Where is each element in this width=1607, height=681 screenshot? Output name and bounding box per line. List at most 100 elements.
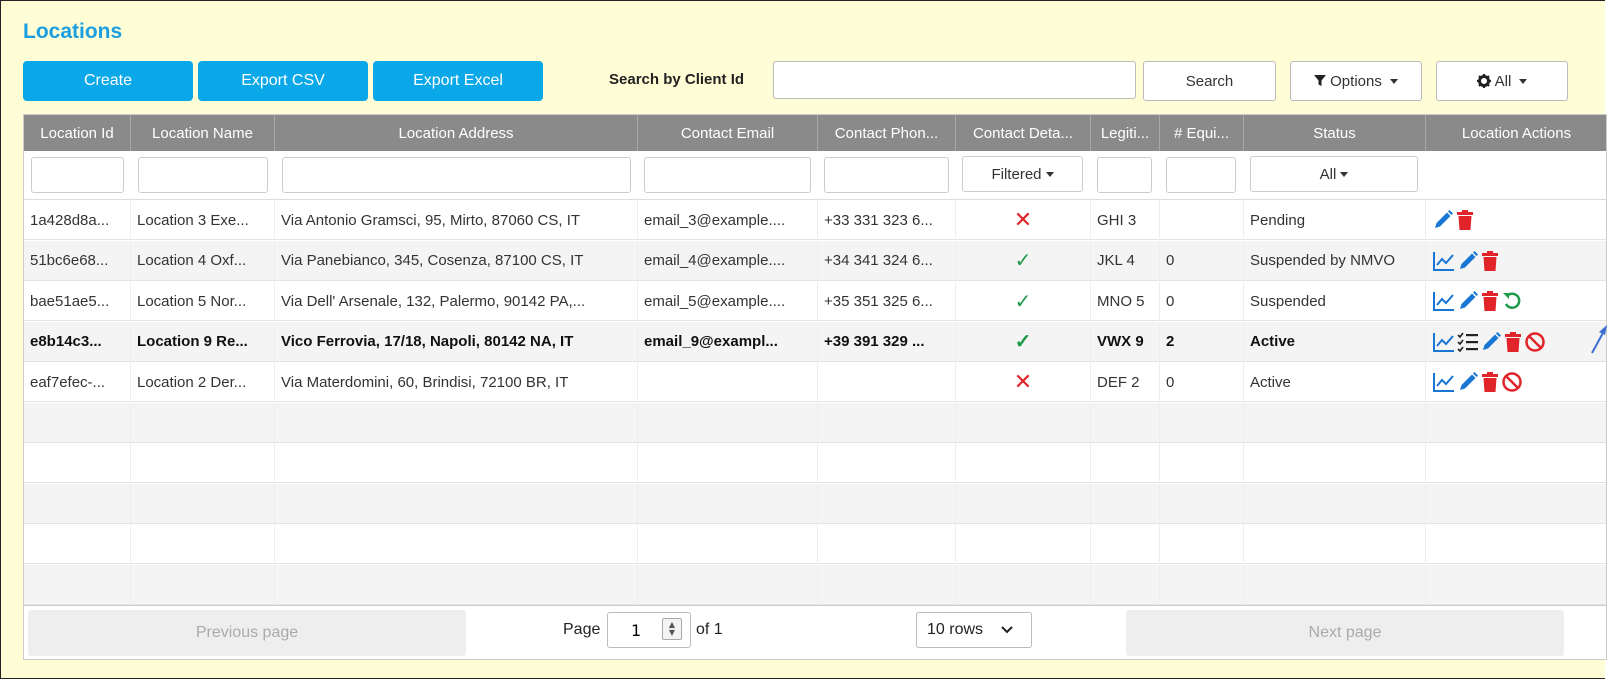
- equipment-count-cell: 0: [1160, 240, 1244, 281]
- export-excel-button[interactable]: Export Excel: [373, 61, 543, 101]
- actions-group: [1432, 371, 1523, 393]
- filter-contact-details-dropdown[interactable]: Filtered: [962, 156, 1083, 192]
- rows-per-page-select[interactable]: 10 rows: [916, 612, 1032, 648]
- chart-icon[interactable]: [1432, 331, 1456, 353]
- column-header-location-address[interactable]: Location Address: [275, 115, 638, 151]
- empty-cell: [1091, 524, 1160, 564]
- column-header-contact-email[interactable]: Contact Email: [638, 115, 818, 151]
- delete-icon[interactable]: [1503, 331, 1523, 353]
- empty-cell: [24, 524, 131, 564]
- caret-down-icon: [1519, 78, 1528, 84]
- chevron-down-icon: [1001, 626, 1013, 634]
- all-label: All: [1494, 72, 1512, 90]
- column-header-location-actions[interactable]: Location Actions: [1426, 115, 1606, 151]
- empty-cell: [956, 564, 1091, 605]
- status-cell: Active: [1244, 321, 1426, 362]
- column-header-contact-phone[interactable]: Contact Phon...: [818, 115, 956, 151]
- page-stepper-icon[interactable]: ▲ ▼: [662, 618, 682, 640]
- column-header-contact-details[interactable]: Contact Deta...: [956, 115, 1091, 151]
- search-button[interactable]: Search: [1143, 61, 1276, 101]
- status-cell: Suspended: [1244, 281, 1426, 321]
- empty-cell: [1160, 443, 1244, 483]
- empty-cell: [1091, 402, 1160, 443]
- empty-cell: [818, 483, 956, 524]
- empty-cell: [1244, 402, 1426, 443]
- block-icon[interactable]: [1501, 371, 1523, 393]
- empty-cell: [24, 564, 131, 605]
- search-label: Search by Client Id: [609, 71, 745, 88]
- edit-icon[interactable]: [1457, 371, 1479, 393]
- edit-icon[interactable]: [1480, 331, 1502, 353]
- next-page-button[interactable]: Next page: [1126, 610, 1564, 656]
- location-actions-cell: [1426, 241, 1606, 281]
- empty-cell: [1244, 443, 1426, 483]
- filter-location-name-input[interactable]: [138, 157, 268, 193]
- empty-cell: [275, 402, 638, 443]
- filter-legitimation-input[interactable]: [1097, 157, 1152, 193]
- chart-icon[interactable]: [1432, 371, 1456, 393]
- delete-icon[interactable]: [1480, 290, 1500, 312]
- filter-location-id-input[interactable]: [31, 157, 124, 193]
- filter-location-address-input[interactable]: [282, 157, 631, 193]
- location-id-cell: 51bc6e68...: [24, 240, 131, 281]
- x-icon: ✕: [1013, 369, 1033, 394]
- table-row[interactable]: [24, 564, 1606, 605]
- table-row[interactable]: e8b14c3... Location 9 Re... Vico Ferrovia,…: [24, 321, 1606, 362]
- all-dropdown-button[interactable]: All: [1436, 61, 1568, 101]
- filter-contact-email-input[interactable]: [644, 157, 811, 193]
- chart-icon[interactable]: [1432, 250, 1456, 272]
- empty-cell: [275, 443, 638, 483]
- table-row[interactable]: [24, 524, 1606, 564]
- rows-per-page-label: 10 rows: [927, 621, 984, 638]
- legitimation-cell: GHI 3: [1091, 200, 1160, 240]
- export-csv-button[interactable]: Export CSV: [198, 61, 368, 101]
- delete-icon[interactable]: [1455, 209, 1475, 231]
- contact-phone-cell: +34 341 324 6...: [818, 240, 956, 281]
- restore-icon[interactable]: [1501, 290, 1523, 312]
- contact-email-cell: [638, 362, 818, 402]
- location-name-cell: Location 5 Nor...: [131, 281, 275, 321]
- table-row[interactable]: bae51ae5... Location 5 Nor... Via Dell' Ar…: [24, 281, 1606, 321]
- edit-icon[interactable]: [1457, 250, 1479, 272]
- empty-cell: [956, 402, 1091, 443]
- block-icon[interactable]: [1524, 331, 1546, 353]
- options-button[interactable]: Options: [1290, 61, 1422, 101]
- column-header-legitimation[interactable]: Legiti...: [1091, 115, 1160, 151]
- filter-equipment-input[interactable]: [1166, 157, 1236, 193]
- empty-cell: [818, 524, 956, 564]
- location-name-cell: Location 4 Oxf...: [131, 240, 275, 281]
- table-row[interactable]: eaf7efec-... Location 2 Der... Via Materdo…: [24, 362, 1606, 402]
- pagination-bar: Previous page Page 1 ▲ ▼ of 1 10 rows Nex…: [24, 605, 1606, 659]
- caret-down-icon: [1045, 171, 1054, 177]
- filter-status-dropdown[interactable]: All: [1250, 156, 1418, 192]
- previous-page-button[interactable]: Previous page: [28, 610, 466, 656]
- table-row[interactable]: [24, 483, 1606, 524]
- empty-cell: [956, 524, 1091, 564]
- location-name-cell: Location 9 Re...: [131, 321, 275, 362]
- column-header-location-name[interactable]: Location Name: [131, 115, 275, 151]
- checklist-icon[interactable]: [1457, 331, 1479, 353]
- contact-details-cell: ✕: [956, 362, 1091, 402]
- empty-cell: [1160, 564, 1244, 605]
- table-row[interactable]: 51bc6e68... Location 4 Oxf... Via Panebian…: [24, 240, 1606, 281]
- x-icon: ✕: [1013, 207, 1033, 232]
- create-button[interactable]: Create: [23, 61, 193, 101]
- table-row[interactable]: [24, 402, 1606, 443]
- column-header-location-id[interactable]: Location Id: [24, 115, 131, 151]
- table-row[interactable]: 1a428d8a... Location 3 Exe... Via Antonio …: [24, 200, 1606, 240]
- column-header-status[interactable]: Status: [1244, 115, 1426, 151]
- filter-contact-phone-input[interactable]: [824, 157, 949, 193]
- client-id-search-input[interactable]: [773, 61, 1136, 99]
- edit-icon[interactable]: [1432, 209, 1454, 231]
- empty-cell: [1426, 403, 1606, 443]
- contact-phone-cell: [818, 362, 956, 402]
- edit-icon[interactable]: [1457, 290, 1479, 312]
- chart-icon[interactable]: [1432, 290, 1456, 312]
- table-row[interactable]: [24, 443, 1606, 483]
- contact-details-cell: ✓: [956, 281, 1091, 321]
- delete-icon[interactable]: [1480, 250, 1500, 272]
- delete-icon[interactable]: [1480, 371, 1500, 393]
- column-header-equipment[interactable]: # Equi...: [1160, 115, 1244, 151]
- equipment-count-cell: 2: [1160, 321, 1244, 362]
- location-address-cell: Via Materdomini, 60, Brindisi, 72100 BR,…: [275, 362, 638, 402]
